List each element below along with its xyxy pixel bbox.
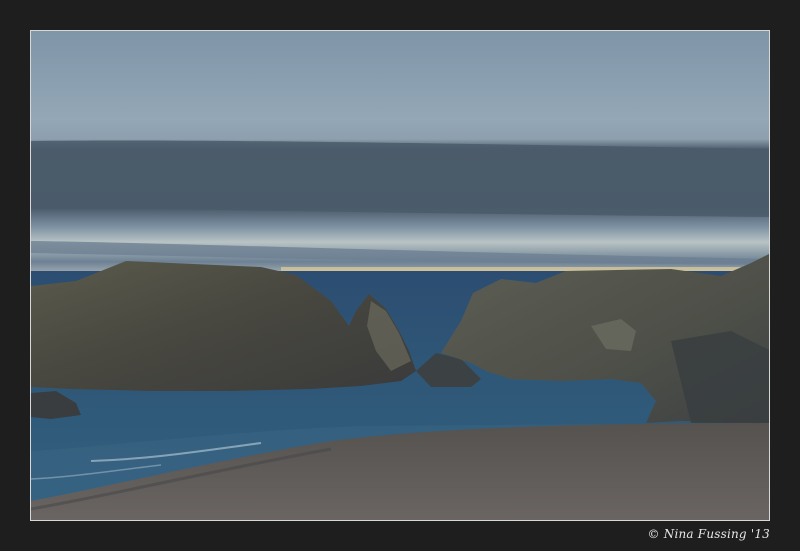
seascape-image bbox=[31, 31, 769, 520]
photo-frame: © Nina Fussing '13 bbox=[0, 0, 800, 551]
cloud-band bbox=[31, 140, 769, 217]
photo-credit: © Nina Fussing '13 bbox=[647, 527, 770, 541]
seascape-photo bbox=[30, 30, 770, 521]
